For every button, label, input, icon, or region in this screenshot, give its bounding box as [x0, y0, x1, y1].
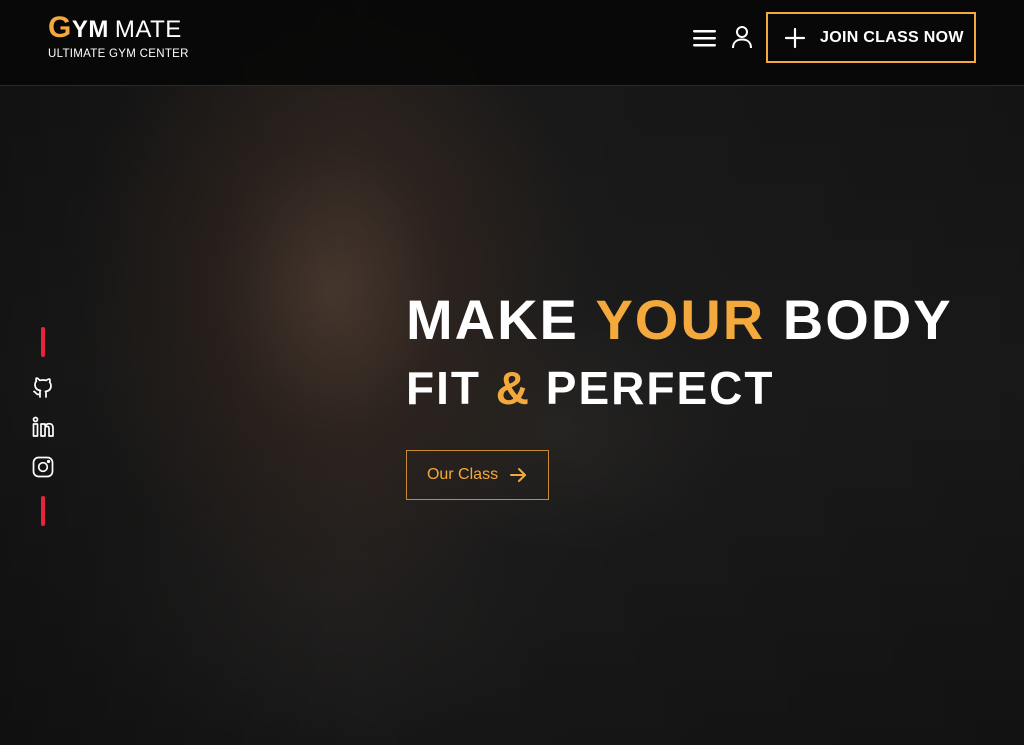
headline-word-fit: FIT	[406, 362, 481, 414]
arrow-right-icon	[508, 465, 528, 485]
headline-word-your: YOUR	[595, 288, 766, 351]
hero-headline: MAKE YOUR BODY FIT & PERFECT	[406, 287, 953, 417]
logo-rest-light: MATE	[114, 16, 182, 43]
logo-wordmark: GYM MATE	[48, 12, 189, 46]
headline-line-2: FIT & PERFECT	[406, 359, 953, 417]
our-class-button[interactable]: Our Class	[406, 450, 549, 500]
headline-line-1: MAKE YOUR BODY	[406, 287, 953, 353]
headline-word-body: BODY	[782, 288, 953, 351]
linkedin-icon[interactable]	[31, 415, 55, 439]
our-class-label: Our Class	[426, 466, 499, 483]
logo-rest-bold: YM	[71, 16, 109, 43]
logo-tagline: ULTIMATE GYM CENTER	[48, 48, 189, 60]
github-icon[interactable]	[31, 375, 55, 399]
join-class-label: JOIN CLASS NOW	[820, 28, 964, 46]
logo-initial: G	[48, 11, 72, 44]
headline-word-make: MAKE	[406, 288, 579, 351]
join-class-button[interactable]: JOIN CLASS NOW	[766, 12, 976, 63]
plus-icon	[784, 27, 806, 49]
rail-bottom-line	[41, 496, 45, 526]
user-icon[interactable]	[730, 24, 754, 50]
instagram-icon[interactable]	[31, 455, 55, 479]
logo[interactable]: GYM MATE ULTIMATE GYM CENTER	[48, 12, 189, 61]
headline-word-perfect: PERFECT	[545, 362, 775, 414]
hamburger-menu-icon[interactable]	[692, 27, 718, 49]
rail-top-line	[41, 327, 45, 357]
headline-ampersand: &	[495, 362, 531, 414]
site-header: GYM MATE ULTIMATE GYM CENTER JOIN CLASS N…	[0, 0, 1024, 86]
